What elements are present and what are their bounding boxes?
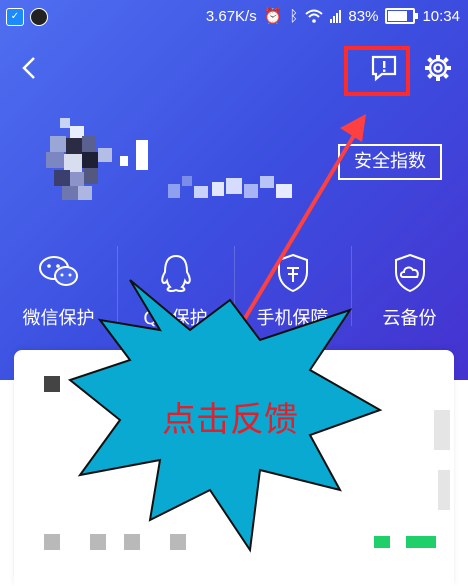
feedback-icon[interactable] xyxy=(368,53,400,83)
chevron-left-icon[interactable] xyxy=(18,54,42,82)
battery-level: 83% xyxy=(348,7,379,25)
wifi-icon xyxy=(305,9,324,23)
network-speed: 3.67K/s xyxy=(205,7,257,25)
gear-icon[interactable] xyxy=(424,54,452,82)
card-pixel xyxy=(438,470,450,510)
card-pixel xyxy=(44,376,60,392)
card-pixel xyxy=(434,410,450,450)
status-left: ✓ xyxy=(6,8,48,26)
status-bar: ✓ 3.67K/s ⏰ ᛒ 83% 10:34 xyxy=(0,0,468,34)
annotation-text: 点击反馈 xyxy=(162,400,298,440)
username-redacted xyxy=(168,176,292,198)
signal-icon xyxy=(330,9,342,23)
security-score-button[interactable]: 安全指数 xyxy=(338,144,442,180)
security-app-icon: ✓ xyxy=(6,8,24,26)
card-pixel xyxy=(406,536,436,548)
card-pixel xyxy=(44,534,60,550)
clock: 10:34 xyxy=(422,7,460,25)
status-right: 3.67K/s ⏰ ᛒ 83% 10:34 xyxy=(205,7,460,26)
bluetooth-icon: ᛒ xyxy=(289,7,299,25)
avatar[interactable] xyxy=(40,118,150,208)
qq-notification-icon xyxy=(30,8,48,26)
battery-icon xyxy=(385,8,419,24)
alarm-icon: ⏰ xyxy=(263,8,283,25)
